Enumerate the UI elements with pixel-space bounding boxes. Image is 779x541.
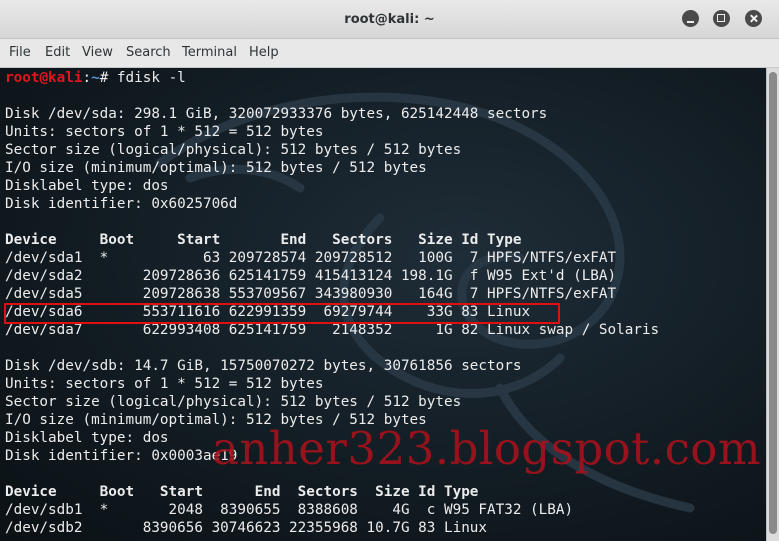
prompt-host: kali: [48, 70, 83, 86]
close-icon[interactable]: [745, 10, 762, 27]
window-title: root@kali: ~: [344, 12, 435, 27]
partition-row: /dev/sda2 209728636 625141759 415413124 …: [5, 268, 617, 284]
table-header-line: Device Boot Start End Sectors Size Id Ty…: [5, 484, 479, 500]
output-line: Sector size (logical/physical): 512 byte…: [5, 394, 462, 410]
menu-edit[interactable]: Edit: [45, 45, 70, 60]
minimize-icon[interactable]: [682, 10, 699, 27]
prompt-at: @: [39, 70, 49, 86]
prompt-user: root: [5, 70, 40, 86]
watermark-text: anher323.blogspot.com: [212, 422, 762, 475]
prompt-sep: :: [82, 70, 92, 86]
menu-terminal[interactable]: Terminal: [182, 45, 237, 60]
output-line: Disklabel type: dos: [5, 178, 169, 194]
menu-bar: File Edit View Search Terminal Help: [0, 39, 779, 68]
partition-row: /dev/sdb1 * 2048 8390655 8388608 4G c W9…: [5, 502, 574, 518]
menu-view[interactable]: View: [82, 45, 113, 60]
output-line: Units: sectors of 1 * 512 = 512 bytes: [5, 124, 324, 140]
partition-row: /dev/sda5 209728638 553709567 343980930 …: [5, 286, 617, 302]
menu-help[interactable]: Help: [249, 45, 279, 60]
terminal-window: root@kali: ~ File Edit View Search Termi…: [0, 0, 779, 541]
prompt-command: fdisk -l: [116, 70, 186, 86]
prompt-symbol: #: [99, 70, 117, 86]
output-line: Sector size (logical/physical): 512 byte…: [5, 142, 462, 158]
prompt-path: ~: [91, 70, 100, 86]
output-line: Disk /dev/sda: 298.1 GiB, 320072933376 b…: [5, 106, 548, 122]
menu-file[interactable]: File: [9, 45, 31, 60]
scrollbar-thumb[interactable]: [769, 72, 777, 534]
scrollbar[interactable]: [766, 68, 779, 541]
table-header-line: Device Boot Start End Sectors Size Id Ty…: [5, 232, 522, 248]
maximize-icon[interactable]: [713, 10, 730, 27]
title-bar[interactable]: root@kali: ~: [0, 0, 779, 39]
output-line: Units: sectors of 1 * 512 = 512 bytes: [5, 376, 324, 392]
highlight-box-sda6: [4, 303, 560, 324]
menu-search[interactable]: Search: [126, 45, 171, 60]
output-line: Disk identifier: 0x6025706d: [5, 196, 238, 212]
output-line: I/O size (minimum/optimal): 512 bytes / …: [5, 160, 427, 176]
partition-row: /dev/sdb2 8390656 30746623 22355968 10.7…: [5, 520, 488, 536]
partition-row: /dev/sda1 * 63 209728574 209728512 100G …: [5, 250, 617, 266]
output-line: Disk /dev/sdb: 14.7 GiB, 15750070272 byt…: [5, 358, 522, 374]
prompt-line: root@kali:~# fdisk -l: [5, 69, 659, 87]
terminal-output-area[interactable]: root@kali:~# fdisk -l Disk /dev/sda: 298…: [0, 68, 766, 541]
